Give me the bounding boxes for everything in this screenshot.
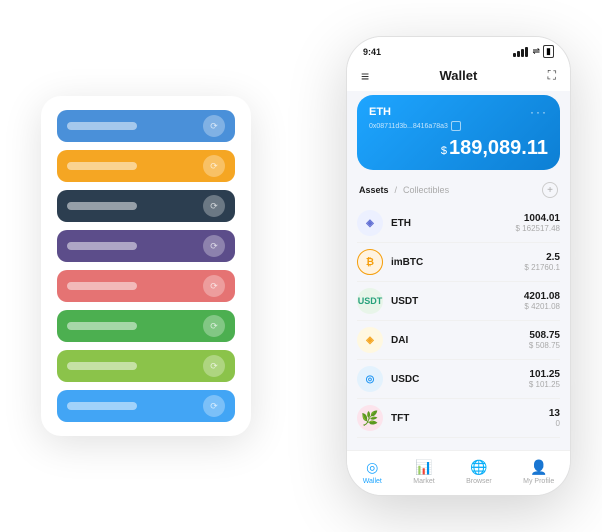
profile-nav-icon: 👤 xyxy=(530,459,547,476)
eth-card[interactable]: ETH ··· 0x08711d3b...8416a78a3 $189,089.… xyxy=(357,95,560,170)
asset-name-imbtc: imBTC xyxy=(391,257,524,268)
profile-nav-label: My Profile xyxy=(523,478,554,485)
menu-icon[interactable]: ≡ xyxy=(361,69,369,83)
asset-name-usdc: USDC xyxy=(391,374,529,385)
swatch-orange[interactable]: ⟳ xyxy=(57,150,235,182)
asset-values-usdc: 101.25 $ 101.25 xyxy=(529,369,560,389)
expand-icon[interactable]: ⛶ xyxy=(548,68,556,83)
market-nav-label: Market xyxy=(413,478,434,485)
nav-item-market[interactable]: 📊 Market xyxy=(413,459,434,485)
usdc-amount: 101.25 xyxy=(529,369,560,380)
swatch-dark[interactable]: ⟳ xyxy=(57,190,235,222)
copy-address-icon[interactable] xyxy=(451,121,461,131)
assets-header: Assets / Collectibles + xyxy=(347,178,570,204)
asset-name-eth: ETH xyxy=(391,218,516,229)
asset-values-imbtc: 2.5 $ 21760.1 xyxy=(524,252,560,272)
swatch-purple[interactable]: ⟳ xyxy=(57,230,235,262)
tab-separator: / xyxy=(395,185,398,195)
asset-values-eth: 1004.01 $ 162517.48 xyxy=(516,213,561,233)
asset-values-tft: 13 0 xyxy=(549,408,560,428)
wallet-nav-icon: ◎ xyxy=(366,459,378,476)
tab-collectibles[interactable]: Collectibles xyxy=(403,185,449,195)
browser-nav-label: Browser xyxy=(466,478,492,485)
nav-item-wallet[interactable]: ◎ Wallet xyxy=(363,459,382,485)
usdt-amount: 4201.08 xyxy=(524,291,560,302)
dai-amount: 508.75 xyxy=(529,330,560,341)
bottom-nav: ◎ Wallet 📊 Market 🌐 Browser 👤 My Profile xyxy=(347,450,570,495)
swatch-blue[interactable]: ⟳ xyxy=(57,110,235,142)
tft-usd: 0 xyxy=(549,419,560,428)
asset-values-dai: 508.75 $ 508.75 xyxy=(529,330,560,350)
browser-nav-icon: 🌐 xyxy=(470,459,487,476)
tab-assets[interactable]: Assets xyxy=(359,185,389,195)
imbtc-amount: 2.5 xyxy=(524,252,560,263)
dai-usd: $ 508.75 xyxy=(529,341,560,350)
asset-item-dai[interactable]: ◈ DAI 508.75 $ 508.75 xyxy=(357,321,560,360)
scene: ⟳ ⟳ ⟳ ⟳ ⟳ ⟳ ⟳ ⟳ xyxy=(11,11,591,521)
asset-values-usdt: 4201.08 $ 4201.08 xyxy=(524,291,560,311)
tft-amount: 13 xyxy=(549,408,560,419)
status-bar: 9:41 ⇌ ▮ xyxy=(347,37,570,62)
eth-card-title: ETH xyxy=(369,106,391,118)
swatch-lightgreen[interactable]: ⟳ xyxy=(57,350,235,382)
asset-name-dai: DAI xyxy=(391,335,529,346)
eth-usd: $ 162517.48 xyxy=(516,224,561,233)
phone-frame: 9:41 ⇌ ▮ ≡ Wallet ⛶ xyxy=(346,36,571,496)
nav-item-browser[interactable]: 🌐 Browser xyxy=(466,459,492,485)
asset-list: ◈ ETH 1004.01 $ 162517.48 ₿ imBTC 2.5 $ … xyxy=(347,204,570,450)
eth-card-amount: $189,089.11 xyxy=(369,137,548,160)
market-nav-icon: 📊 xyxy=(415,459,432,476)
phone-header: ≡ Wallet ⛶ xyxy=(347,62,570,91)
color-swatches-panel: ⟳ ⟳ ⟳ ⟳ ⟳ ⟳ ⟳ ⟳ xyxy=(41,96,251,436)
asset-name-tft: TFT xyxy=(391,413,549,424)
usdc-logo: ◎ xyxy=(357,366,383,392)
swatch-red[interactable]: ⟳ xyxy=(57,270,235,302)
imbtc-usd: $ 21760.1 xyxy=(524,263,560,272)
asset-item-usdt[interactable]: USDT USDT 4201.08 $ 4201.08 xyxy=(357,282,560,321)
asset-name-usdt: USDT xyxy=(391,296,524,307)
dai-logo: ◈ xyxy=(357,327,383,353)
eth-amount: 1004.01 xyxy=(516,213,561,224)
eth-card-address: 0x08711d3b...8416a78a3 xyxy=(369,121,548,131)
status-icons: ⇌ ▮ xyxy=(513,45,555,58)
usdt-logo: USDT xyxy=(357,288,383,314)
swatch-blue2[interactable]: ⟳ xyxy=(57,390,235,422)
header-title: Wallet xyxy=(439,68,477,83)
asset-item-eth[interactable]: ◈ ETH 1004.01 $ 162517.48 xyxy=(357,204,560,243)
swatch-green[interactable]: ⟳ xyxy=(57,310,235,342)
status-time: 9:41 xyxy=(363,47,381,57)
asset-item-imbtc[interactable]: ₿ imBTC 2.5 $ 21760.1 xyxy=(357,243,560,282)
imbtc-logo: ₿ xyxy=(357,249,383,275)
tft-logo: 🌿 xyxy=(357,405,383,431)
usdc-usd: $ 101.25 xyxy=(529,380,560,389)
asset-item-usdc[interactable]: ◎ USDC 101.25 $ 101.25 xyxy=(357,360,560,399)
eth-logo: ◈ xyxy=(357,210,383,236)
wallet-nav-label: Wallet xyxy=(363,478,382,485)
nav-item-profile[interactable]: 👤 My Profile xyxy=(523,459,554,485)
usdt-usd: $ 4201.08 xyxy=(524,302,560,311)
eth-card-options[interactable]: ··· xyxy=(530,105,548,119)
add-asset-button[interactable]: + xyxy=(542,182,558,198)
asset-item-tft[interactable]: 🌿 TFT 13 0 xyxy=(357,399,560,438)
